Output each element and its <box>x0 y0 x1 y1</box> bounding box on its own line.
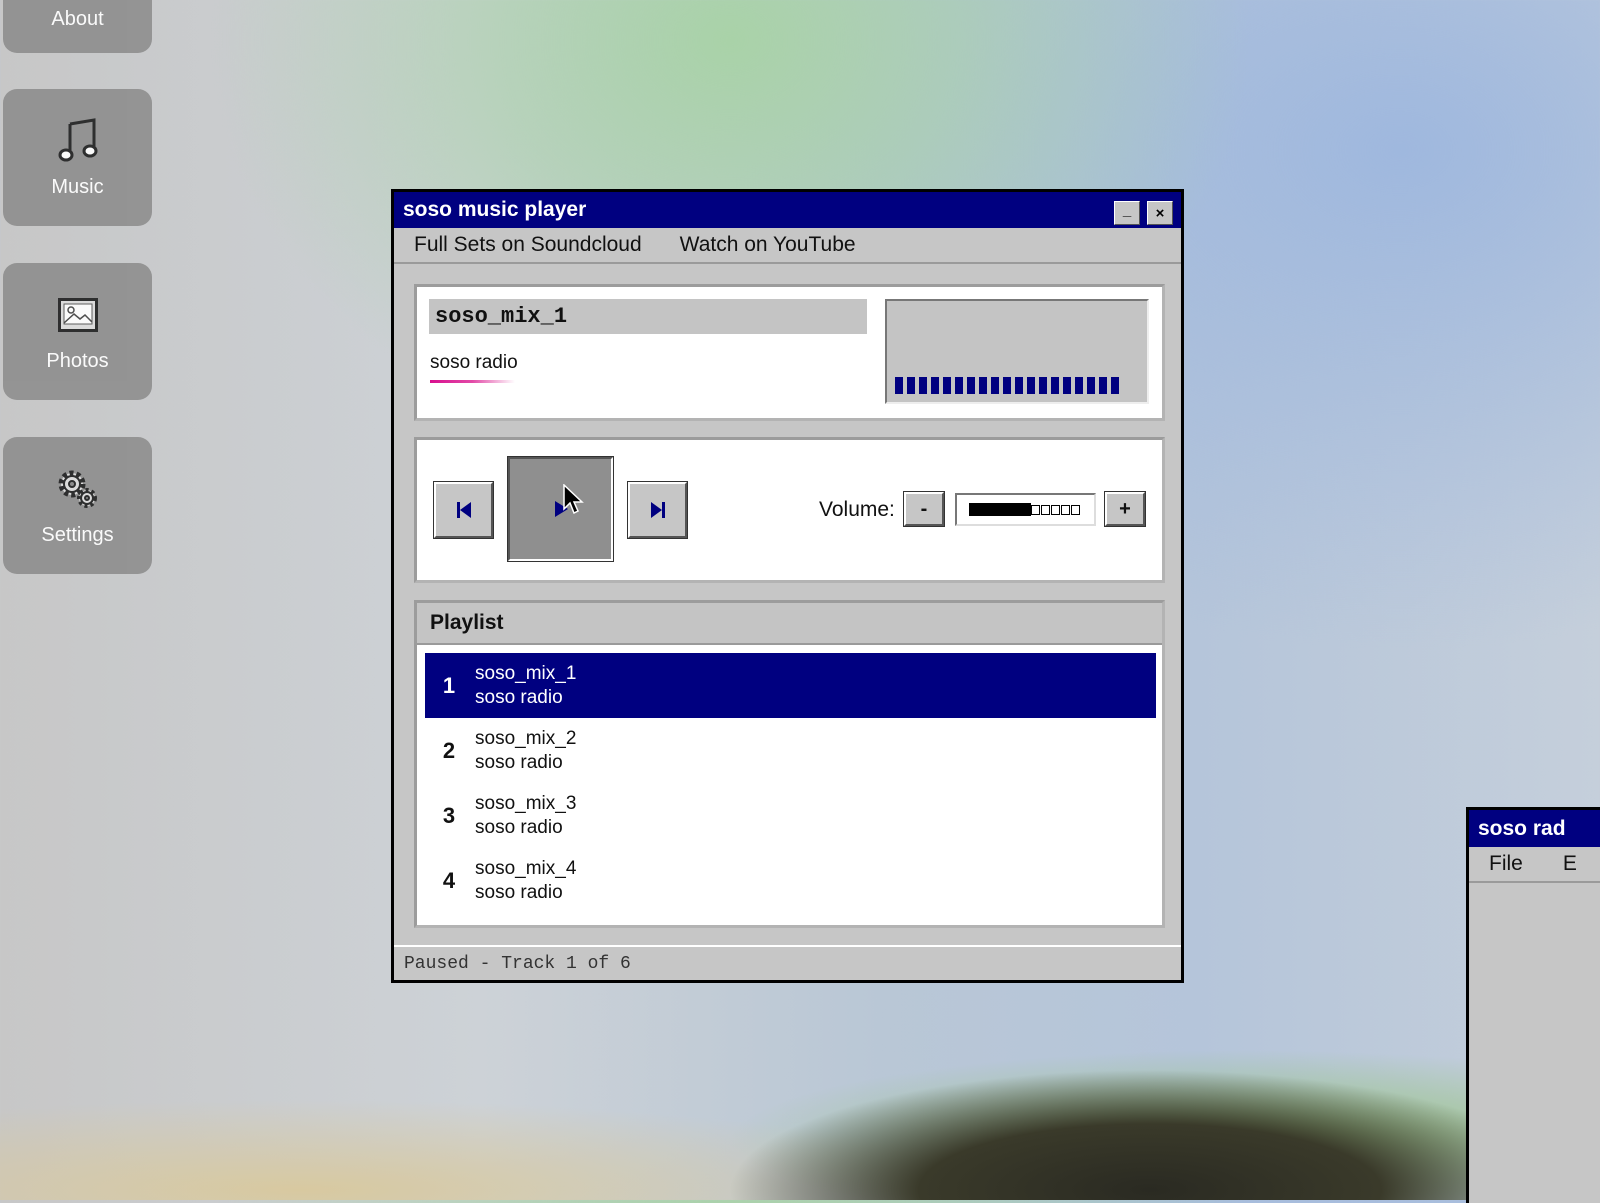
play-button[interactable] <box>507 456 614 562</box>
photo-icon <box>57 290 98 340</box>
volume-empty-segment <box>1051 504 1060 515</box>
visualizer-bar <box>955 377 963 394</box>
volume-empty-segment <box>1041 504 1050 515</box>
now-playing-title: soso_mix_1 <box>429 299 867 334</box>
visualizer-bar <box>1087 377 1095 394</box>
track-title: soso_mix_3 <box>475 792 577 814</box>
visualizer-bar <box>1027 377 1035 394</box>
visualizer-bar <box>967 377 975 394</box>
desktop-icon-music[interactable]: Music <box>3 89 152 226</box>
volume-empty-segment <box>1031 504 1040 515</box>
track-number: 3 <box>442 802 456 828</box>
volume-empty-segments <box>1031 504 1081 515</box>
mouse-cursor-icon <box>563 484 584 515</box>
status-bar: Paused - Track 1 of 6 <box>394 945 1181 980</box>
audio-visualizer <box>885 299 1149 404</box>
desktop-icon-about[interactable]: About <box>3 0 152 53</box>
menu-item-youtube[interactable]: Watch on YouTube <box>680 233 856 257</box>
playlist-item[interactable]: 3 soso_mix_3 soso radio <box>425 783 1156 848</box>
minimize-button[interactable]: _ <box>1114 201 1140 225</box>
previous-track-button[interactable] <box>433 481 494 539</box>
close-icon: × <box>1155 204 1165 222</box>
visualizer-bar <box>1039 377 1047 394</box>
track-title: soso_mix_2 <box>475 727 577 749</box>
radio-window-title: soso rad <box>1478 816 1566 840</box>
desktop-wallpaper <box>0 1020 1600 1200</box>
visualizer-bar <box>979 377 987 394</box>
visualizer-bar <box>1063 377 1071 394</box>
visualizer-bar <box>919 377 927 394</box>
visualizer-bars <box>895 377 1119 394</box>
desktop-icon-label: Music <box>51 176 104 198</box>
volume-meter[interactable] <box>955 493 1096 526</box>
now-playing-panel: soso_mix_1 soso radio <box>414 284 1165 421</box>
volume-empty-segment <box>1071 504 1080 515</box>
visualizer-bar <box>1003 377 1011 394</box>
desktop-icon-label: About <box>51 8 104 30</box>
menu-item-edit[interactable]: E <box>1563 852 1577 876</box>
volume-up-button[interactable]: + <box>1104 491 1146 527</box>
playlist-header: Playlist <box>417 603 1162 645</box>
music-note-icon <box>58 116 98 166</box>
next-track-button[interactable] <box>627 481 688 539</box>
volume-down-button[interactable]: - <box>903 491 945 527</box>
playback-controls-panel: Volume: - + <box>414 437 1165 583</box>
radio-window: soso rad File E <box>1466 807 1600 1203</box>
visualizer-bar <box>907 377 915 394</box>
track-number: 2 <box>442 737 456 763</box>
visualizer-bar <box>1075 377 1083 394</box>
playlist-panel: Playlist 1 soso_mix_1 soso radio 2 soso_… <box>414 600 1165 928</box>
skip-previous-icon <box>456 502 471 518</box>
artist-underline <box>430 380 515 383</box>
visualizer-bar <box>1099 377 1107 394</box>
window-titlebar[interactable]: soso music player _ × <box>394 192 1181 228</box>
track-artist: soso radio <box>475 686 563 708</box>
track-number: 1 <box>442 672 456 698</box>
desktop-icon-photos[interactable]: Photos <box>3 263 152 400</box>
track-title: soso_mix_4 <box>475 857 577 879</box>
volume-empty-segment <box>1061 504 1070 515</box>
menu-item-file[interactable]: File <box>1489 852 1523 876</box>
visualizer-bar <box>943 377 951 394</box>
gear-icon <box>56 464 100 514</box>
track-number: 4 <box>442 867 456 893</box>
track-artist: soso radio <box>475 816 563 838</box>
radio-window-titlebar[interactable]: soso rad <box>1469 810 1600 847</box>
skip-next-icon <box>650 502 665 518</box>
playlist-item[interactable]: 4 soso_mix_4 soso radio <box>425 848 1156 913</box>
now-playing-artist: soso radio <box>430 352 518 373</box>
playlist-list: 1 soso_mix_1 soso radio 2 soso_mix_2 sos… <box>425 653 1156 913</box>
track-title: soso_mix_1 <box>475 662 577 684</box>
playlist-item[interactable]: 1 soso_mix_1 soso radio <box>425 653 1156 718</box>
desktop-icon-settings[interactable]: Settings <box>3 437 152 574</box>
volume-label: Volume: <box>819 498 895 521</box>
visualizer-bar <box>895 377 903 394</box>
music-player-window: soso music player _ × Full Sets on Sound… <box>391 189 1184 983</box>
menu-item-soundcloud[interactable]: Full Sets on Soundcloud <box>414 233 642 257</box>
visualizer-bar <box>931 377 939 394</box>
desktop-icon-label: Settings <box>41 524 114 546</box>
visualizer-bar <box>1111 377 1119 394</box>
visualizer-bar <box>1015 377 1023 394</box>
close-button[interactable]: × <box>1147 201 1173 225</box>
desktop-icon-label: Photos <box>46 350 109 372</box>
visualizer-bar <box>991 377 999 394</box>
playlist-item[interactable]: 2 soso_mix_2 soso radio <box>425 718 1156 783</box>
radio-window-menu-bar: File E <box>1469 847 1600 883</box>
volume-fill <box>969 503 1031 516</box>
menu-bar: Full Sets on Soundcloud Watch on YouTube <box>394 228 1181 264</box>
window-title: soso music player <box>403 198 587 221</box>
minimize-icon: _ <box>1122 201 1132 219</box>
track-artist: soso radio <box>475 881 563 903</box>
visualizer-bar <box>1051 377 1059 394</box>
track-artist: soso radio <box>475 751 563 773</box>
